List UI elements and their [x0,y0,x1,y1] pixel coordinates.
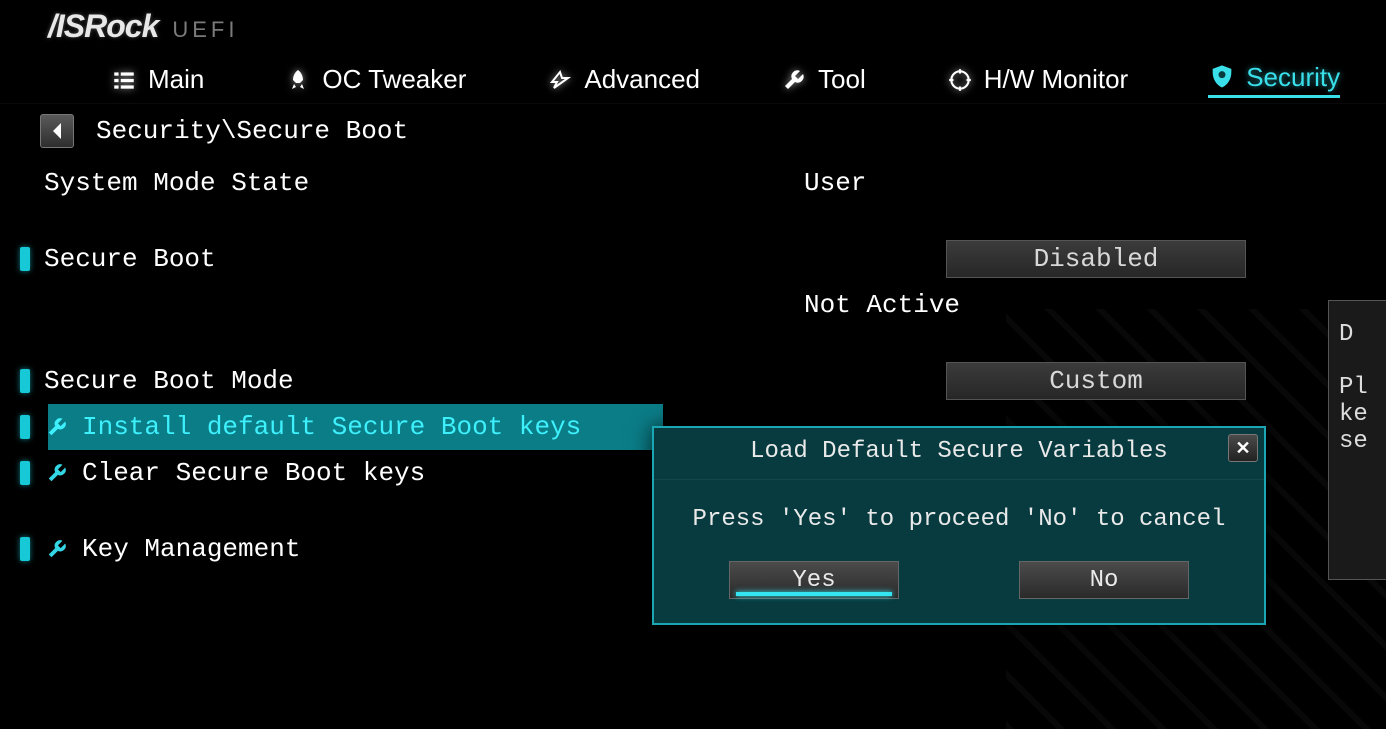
tab-main[interactable]: Main [110,64,204,95]
marker-icon [20,369,30,393]
help-line: ke [1339,401,1382,428]
system-mode-label: System Mode State [44,168,804,198]
key-management-label: Key Management [82,534,300,564]
help-line: Pl [1339,374,1382,401]
secure-boot-mode-select[interactable]: Custom [946,362,1246,400]
close-button[interactable]: ✕ [1228,434,1258,462]
tab-security[interactable]: Security [1208,62,1340,98]
wrench-icon [44,414,70,440]
clear-keys-label: Clear Secure Boot keys [82,458,425,488]
help-line: se [1339,428,1382,455]
logo-sub: UEFI [172,17,238,43]
tab-main-label: Main [148,64,204,95]
install-keys-label: Install default Secure Boot keys [82,412,581,442]
star-icon [546,66,574,94]
row-secure-boot: Secure Boot Disabled [20,236,1386,282]
tab-hw-monitor[interactable]: H/W Monitor [946,64,1128,95]
shield-icon [1208,63,1236,91]
yes-button[interactable]: Yes [729,561,899,599]
dialog-title: Load Default Secure Variables [750,438,1168,465]
breadcrumb-text: Security\Secure Boot [96,116,408,146]
marker-icon [20,247,30,271]
secure-boot-select[interactable]: Disabled [946,240,1246,278]
tab-advanced[interactable]: Advanced [546,64,700,95]
tab-hw-label: H/W Monitor [984,64,1128,95]
back-button[interactable] [40,114,74,148]
tab-oc-label: OC Tweaker [322,64,466,95]
wrench-icon [44,460,70,486]
logo: /ISRock UEFI [48,8,239,45]
row-secure-boot-status: Not Active [20,282,1386,328]
secure-boot-label: Secure Boot [44,244,804,274]
tab-advanced-label: Advanced [584,64,700,95]
marker-icon [20,415,30,439]
help-line: D [1339,321,1382,348]
top-nav: Main OC Tweaker Advanced Tool H/W Monito… [0,56,1386,104]
chevron-left-icon [50,123,64,139]
logo-brand: /ISRock [48,8,158,45]
close-icon: ✕ [1235,438,1250,459]
tab-oc-tweaker[interactable]: OC Tweaker [284,64,466,95]
row-secure-boot-mode: Secure Boot Mode Custom [20,358,1386,404]
system-mode-value: User [804,168,964,198]
list-icon [110,66,138,94]
wrench-icon [44,536,70,562]
tab-tool[interactable]: Tool [780,64,866,95]
wrench-icon [780,66,808,94]
secure-boot-status: Not Active [804,290,964,320]
breadcrumb: Security\Secure Boot [40,114,408,148]
tab-tool-label: Tool [818,64,866,95]
dialog-body: Press 'Yes' to proceed 'No' to cancel [654,480,1264,543]
help-panel: D Pl ke se [1328,300,1386,580]
tab-security-label: Security [1246,62,1340,93]
marker-icon [20,537,30,561]
rocket-icon [284,66,312,94]
dialog-buttons: Yes No [654,543,1264,623]
row-system-mode: System Mode State User [20,160,1386,206]
confirm-dialog: Load Default Secure Variables ✕ Press 'Y… [652,426,1266,625]
no-button[interactable]: No [1019,561,1189,599]
secure-boot-mode-label: Secure Boot Mode [44,366,804,396]
target-icon [946,66,974,94]
marker-icon [20,461,30,485]
